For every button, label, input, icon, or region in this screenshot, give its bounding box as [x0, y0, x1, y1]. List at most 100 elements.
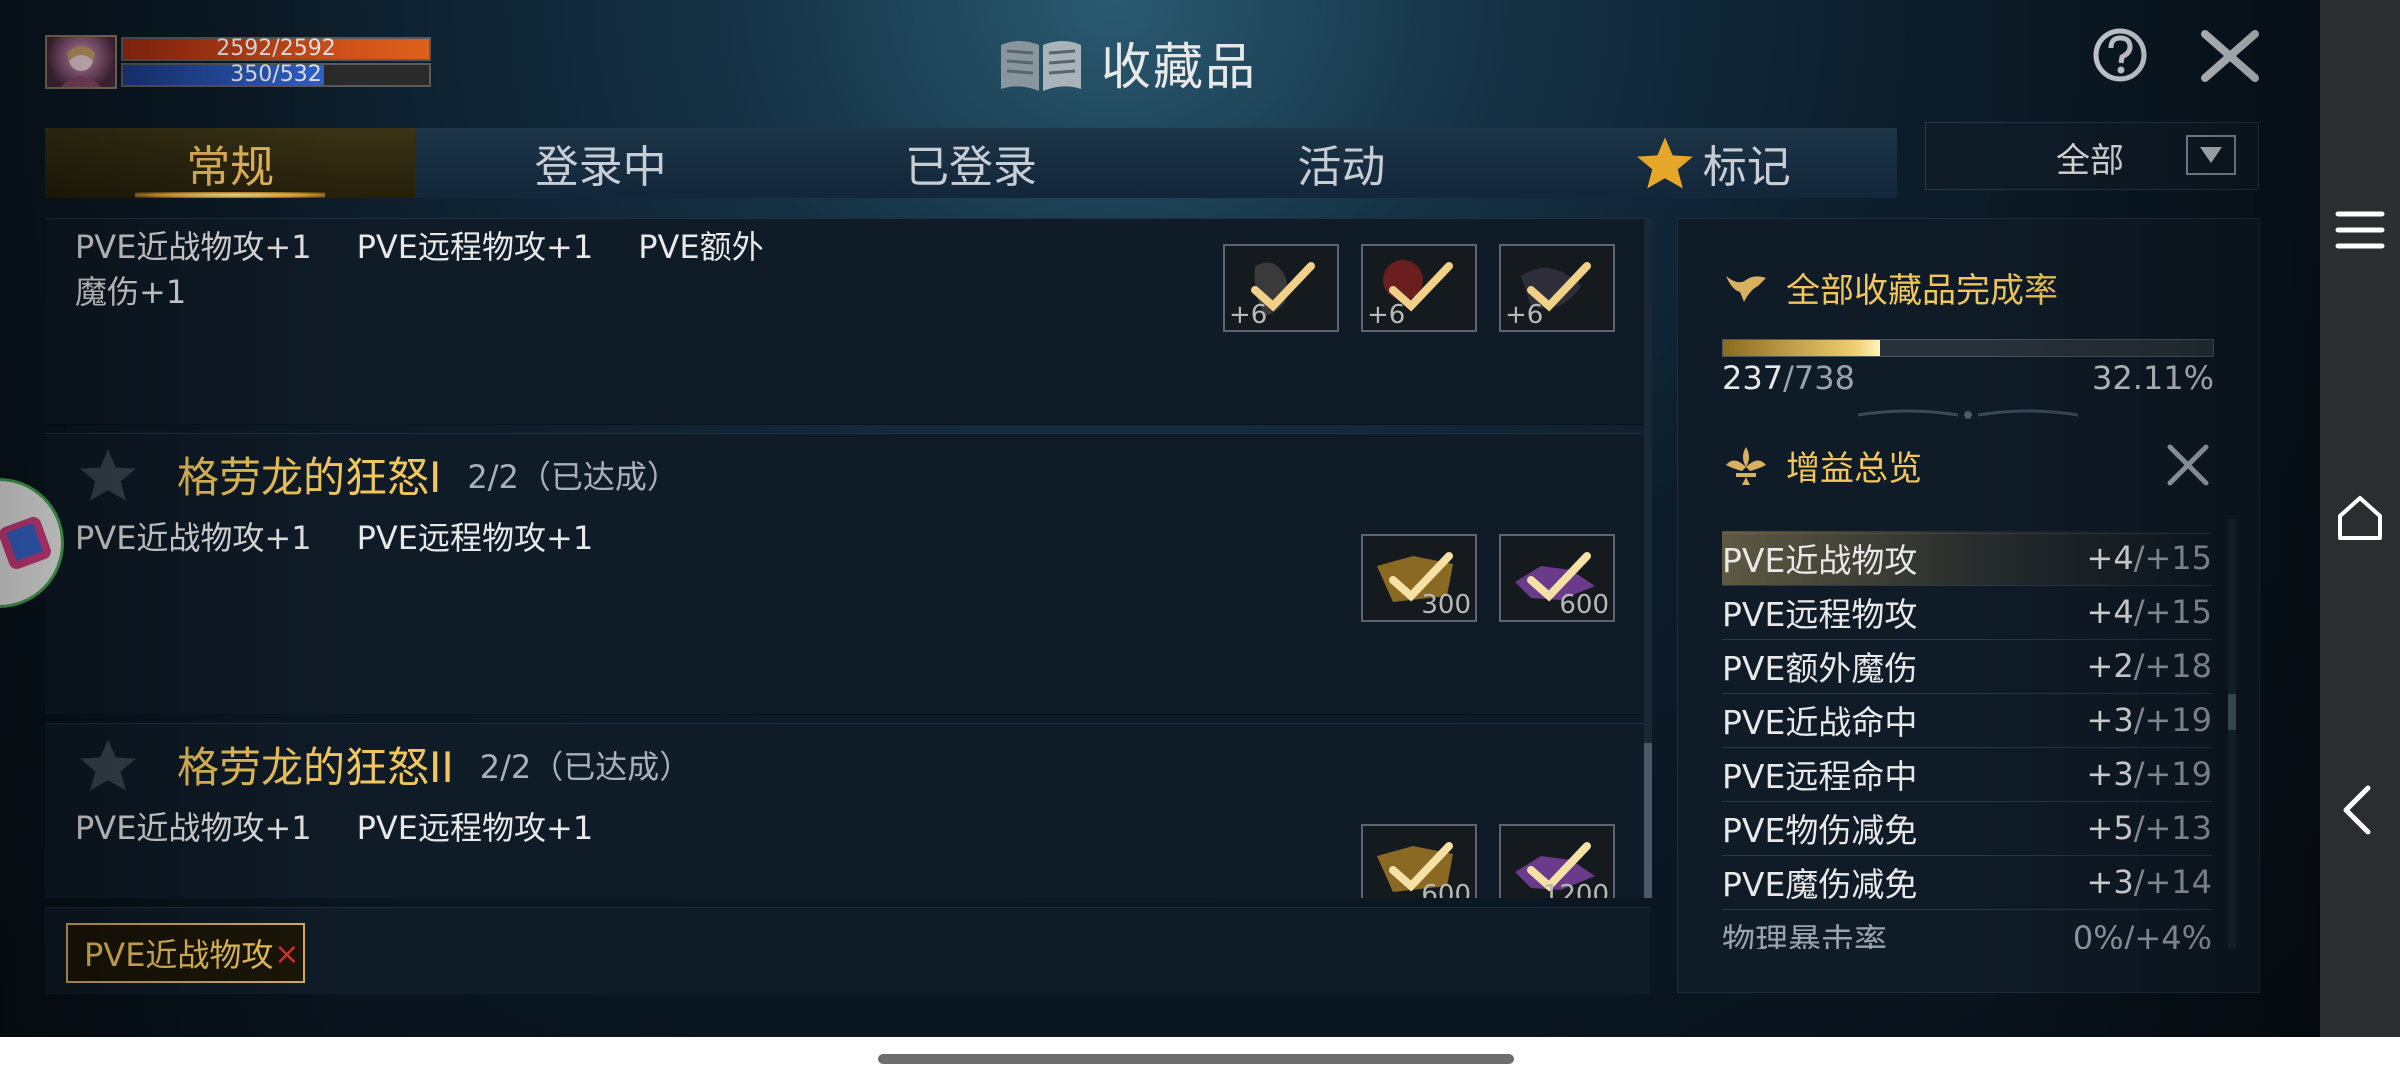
remove-tag-icon[interactable]: × [274, 937, 299, 972]
home-button[interactable] [2320, 478, 2400, 558]
buff-name: PVE远程命中 [1722, 757, 1918, 796]
completion-title: 全部收藏品完成率 [1786, 271, 2058, 311]
list-scrollbar[interactable] [1644, 218, 1652, 898]
buff-row[interactable]: PVE魔伤减免 +3/+14 [1722, 855, 2212, 910]
effect-text: 魔伤+1 [75, 273, 187, 311]
slot-label: 1200 [1542, 880, 1609, 898]
collection-item[interactable]: 格劳龙的狂怒I 2/2（已达成） PVE近战物攻+1 PVE远程物攻+1 300 … [45, 433, 1650, 715]
effect-text: PVE近战物攻+1 [75, 809, 312, 847]
star-icon [1636, 137, 1693, 189]
tab-regular[interactable]: 常规 [45, 128, 416, 198]
buff-row[interactable]: PVE近战物攻 +4/+15 [1722, 531, 2212, 586]
star-icon[interactable] [75, 447, 141, 503]
home-indicator[interactable] [878, 1054, 1514, 1064]
buff-value: +3/+19 [2087, 755, 2212, 793]
buff-row[interactable]: PVE额外魔伤 +2/+18 [1722, 639, 2212, 694]
close-icon [2167, 444, 2209, 486]
buff-current: +3 [2086, 863, 2134, 901]
item-title: 格劳龙的狂怒II [177, 743, 454, 792]
scrollbar-thumb[interactable] [1644, 743, 1652, 898]
question-icon [2093, 28, 2147, 82]
buff-max: /+15 [2133, 593, 2212, 631]
slot-label: 300 [1421, 590, 1471, 620]
filter-selected-value: 全部 [2056, 141, 2124, 181]
buff-close-button[interactable] [2160, 441, 2216, 489]
item-slot[interactable]: +6 [1361, 244, 1477, 332]
buff-row[interactable]: PVE物伤减免 +5/+13 [1722, 801, 2212, 856]
completion-percent: 32.11% [2091, 359, 2214, 397]
buff-current: +4 [2086, 539, 2134, 577]
item-slot[interactable]: 600 [1499, 534, 1615, 622]
buff-header: 增益总览 [1722, 441, 1922, 490]
buff-name: PVE物伤减免 [1722, 811, 1918, 850]
tab-bar: 常规 登录中 已登录 活动 标记 [45, 128, 1897, 198]
buff-max: /+13 [2133, 809, 2212, 847]
close-button[interactable] [2195, 28, 2265, 84]
item-title: 格劳龙的狂怒I [177, 453, 442, 502]
buff-value: +5/+13 [2087, 809, 2212, 847]
item-slot[interactable]: 600 [1361, 824, 1477, 898]
player-avatar[interactable] [45, 35, 117, 89]
buff-current: +5 [2086, 809, 2134, 847]
buff-name: PVE额外魔伤 [1722, 649, 1918, 688]
tab-registered[interactable]: 已登录 [786, 128, 1156, 198]
item-slot[interactable]: +6 [1223, 244, 1339, 332]
active-filter-tag[interactable]: PVE近战物攻 × [66, 923, 306, 983]
tab-label: 标记 [1702, 142, 1791, 193]
tab-label: 登录中 [534, 142, 667, 193]
item-effects: PVE近战物攻+1 PVE远程物攻+1 [75, 516, 638, 561]
buff-value: +3/+19 [2087, 701, 2212, 739]
item-slot[interactable]: 300 [1361, 534, 1477, 622]
tab-registering[interactable]: 登录中 [415, 128, 785, 198]
buff-row[interactable]: PVE远程命中 +3/+19 [1722, 747, 2212, 802]
hp-text: 2592/2592 [216, 36, 336, 61]
buff-value: +2/+18 [2087, 647, 2212, 685]
completed-count: 237 [1722, 359, 1784, 397]
hp-bar: 2592/2592 [121, 37, 431, 61]
tab-label: 活动 [1297, 142, 1386, 193]
buff-row[interactable]: PVE近战命中 +3/+19 [1722, 693, 2212, 748]
item-slot[interactable]: +6 [1499, 244, 1615, 332]
slot-label: +6 [1229, 300, 1268, 330]
buff-list[interactable]: PVE近战物攻 +4/+15 PVE远程物攻 +4/+15 PVE额外魔伤 +2… [1722, 519, 2212, 949]
tag-label: PVE近战物攻 [84, 936, 274, 974]
buff-title: 增益总览 [1786, 449, 1922, 489]
collection-item[interactable]: 格劳龙的狂怒II 2/2（已达成） PVE近战物攻+1 PVE远程物攻+1 600… [45, 723, 1650, 898]
dropdown-button[interactable] [2186, 135, 2236, 175]
mp-bar: 350/532 [121, 63, 431, 87]
slot-label: +6 [1367, 300, 1406, 330]
summary-panel: 全部收藏品完成率 237/738 32.11% 增益总览 PVE近战物攻 +4/… [1677, 218, 2260, 993]
menu-icon [2335, 211, 2385, 249]
buff-row[interactable]: PVE远程物攻 +4/+15 [1722, 585, 2212, 640]
slot-label: 600 [1559, 590, 1609, 620]
buff-max: /+15 [2133, 539, 2212, 577]
help-button[interactable] [2085, 28, 2155, 82]
tab-event[interactable]: 活动 [1156, 128, 1526, 198]
scrollbar-thumb[interactable] [2228, 694, 2236, 730]
completion-count: 237/738 [1722, 359, 1855, 397]
progress-fill [1723, 340, 1881, 356]
ornament-icon [1726, 275, 1766, 302]
tab-label: 常规 [186, 142, 275, 193]
effect-text: PVE近战物攻+1 [75, 519, 312, 557]
buff-scrollbar[interactable] [2228, 519, 2236, 949]
system-nav-bar [2320, 0, 2400, 1037]
item-slot[interactable]: 1200 [1499, 824, 1615, 898]
buff-current: 0% [2072, 919, 2124, 949]
star-icon[interactable] [75, 737, 141, 793]
completion-header: 全部收藏品完成率 [1722, 263, 2058, 312]
slot-label: 600 [1421, 880, 1471, 898]
item-effects: PVE近战物攻+1 PVE远程物攻+1 PVE额外 魔伤+1 [75, 225, 809, 315]
item-header: 格劳龙的狂怒I 2/2（已达成） [75, 444, 679, 505]
menu-button[interactable] [2320, 190, 2400, 270]
filter-dropdown[interactable]: 全部 [1925, 122, 2259, 190]
collection-item[interactable]: PVE近战物攻+1 PVE远程物攻+1 PVE额外 魔伤+1 +6 +6 +6 [45, 218, 1650, 425]
buff-name: PVE近战命中 [1722, 703, 1918, 742]
buff-name: PVE近战物攻 [1722, 541, 1918, 580]
buff-value: +4/+15 [2087, 539, 2212, 577]
tab-label: 已登录 [904, 142, 1037, 193]
tab-marked[interactable]: 标记 [1527, 128, 1897, 198]
collection-list[interactable]: PVE近战物攻+1 PVE远程物攻+1 PVE额外 魔伤+1 +6 +6 +6 [45, 218, 1650, 898]
back-button[interactable] [2320, 770, 2400, 850]
buff-row[interactable]: 物理暴击率 0%/+4% [1722, 911, 2212, 949]
